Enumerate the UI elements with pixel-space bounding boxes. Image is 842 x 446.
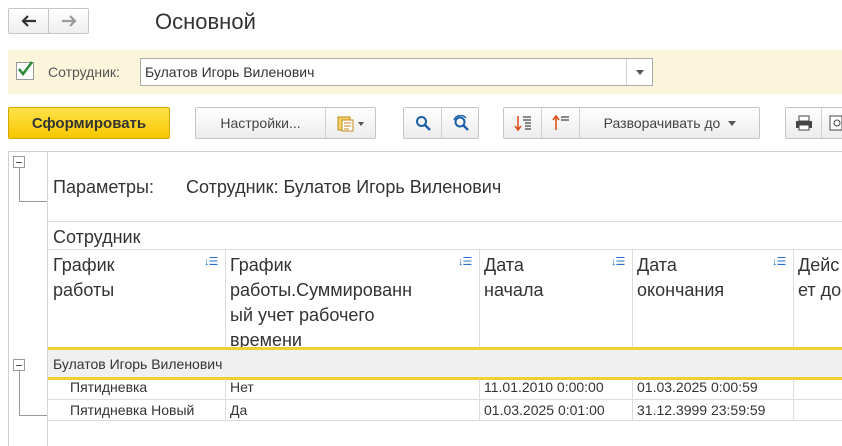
sort-icon[interactable]: ↓☰ [772, 255, 786, 268]
arrow-left-icon [20, 15, 36, 27]
employee-field-value: Булатов Игорь Виленович [145, 64, 315, 80]
find-button[interactable] [404, 108, 441, 138]
employee-dropdown-button[interactable] [626, 59, 652, 85]
cell-end-date: 01.03.2025 0:00:59 [637, 379, 758, 395]
cell-summarized: Нет [230, 379, 254, 395]
forward-button[interactable] [48, 8, 89, 34]
search-next-icon [452, 115, 469, 131]
report-variants-icon [337, 116, 364, 132]
sort-icon[interactable]: ↓☰ [611, 255, 625, 268]
expand-all-button[interactable] [504, 108, 541, 138]
output-group [785, 107, 842, 139]
group-row-label: Булатов Игорь Виленович [53, 356, 223, 372]
checkmark-icon [17, 61, 34, 77]
cell-schedule: Пятидневка [70, 379, 148, 395]
sort-icon[interactable]: ↓☰ [204, 255, 218, 268]
column-header-end-date[interactable]: Дата окончания [637, 253, 724, 303]
cell-end-date: 31.12.3999 23:59:59 [637, 402, 766, 418]
search-group [403, 107, 479, 139]
chevron-down-icon [728, 120, 737, 126]
print-button[interactable] [786, 108, 821, 138]
variants-menu-button[interactable] [326, 108, 376, 138]
settings-label: Настройки... [220, 115, 301, 131]
expand-to-button[interactable]: Разворачивать до [580, 108, 760, 138]
grouping-header: Сотрудник [53, 227, 141, 247]
search-icon [415, 116, 431, 131]
preview-button[interactable] [822, 108, 842, 138]
collapse-params-button[interactable] [13, 156, 25, 168]
settings-group: Настройки... [195, 107, 376, 139]
column-header-start-date[interactable]: Дата начала [484, 253, 543, 303]
column-header-schedule[interactable]: График работы [53, 253, 115, 303]
expand-all-icon [513, 116, 531, 132]
sort-icon[interactable]: ↓☰ [458, 255, 472, 268]
chevron-down-icon [635, 69, 644, 75]
params-label: Параметры: [53, 177, 154, 197]
arrow-right-icon [61, 15, 77, 27]
employee-field[interactable]: Булатов Игорь Виленович [140, 58, 653, 86]
cell-start-date: 11.01.2010 0:00:00 [484, 379, 604, 395]
expand-group: Разворачивать до [503, 107, 760, 139]
cell-schedule: Пятидневка Новый [70, 402, 195, 418]
settings-button[interactable]: Настройки... [196, 108, 325, 138]
printer-icon [795, 115, 812, 131]
employee-filter-checkbox[interactable] [16, 61, 34, 80]
column-header-summarized[interactable]: График работы.Суммированн ый учет рабочег… [230, 253, 412, 353]
employee-filter-label: Сотрудник: [48, 64, 120, 80]
cell-summarized: Да [230, 402, 248, 418]
cell-start-date: 01.03.2025 0:01:00 [484, 402, 605, 418]
back-button[interactable] [8, 8, 49, 34]
params-value: Сотрудник: Булатов Игорь Виленович [186, 177, 502, 197]
generate-button[interactable]: Сформировать [8, 107, 170, 139]
page-title: Основной [155, 9, 256, 34]
expand-to-label: Разворачивать до [603, 115, 721, 131]
collapse-group-button[interactable] [13, 359, 25, 371]
collapse-all-icon [551, 114, 569, 130]
column-header-valid-until[interactable]: Дейс ет до [798, 253, 842, 303]
find-next-button[interactable] [442, 108, 479, 138]
preview-icon [829, 115, 842, 131]
collapse-all-button[interactable] [542, 108, 579, 138]
